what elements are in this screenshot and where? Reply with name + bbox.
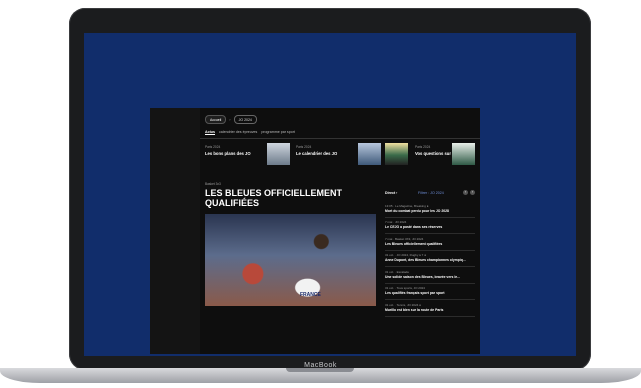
news-item[interactable]: 7 mai · JO 2024 Le CEJO a posté dans ses… <box>385 219 475 234</box>
subnav: Actus calendrier des épreuves programme … <box>205 130 295 135</box>
card-thumbnail <box>452 143 475 165</box>
tab-calendrier[interactable]: calendrier des épreuves <box>219 130 257 135</box>
webpage: Accueil › JO 2024 Actus calendrier des é… <box>150 108 480 354</box>
news-item[interactable]: 31 oct. · Escalade Une solide saison des… <box>385 268 475 284</box>
filter-label[interactable]: Filtrer : JO 2024 <box>418 191 444 195</box>
card-calendrier[interactable]: Paris 2024 Le calendrier des JO <box>296 143 381 167</box>
breadcrumb-separator-icon: › <box>229 117 231 122</box>
breadcrumb: Accueil › JO 2024 <box>205 115 257 124</box>
breadcrumb-pill-jo2024[interactable]: JO 2024 <box>233 115 257 124</box>
news-list: 13:05 · Le Magazine, Breaking ● Mort du … <box>385 202 475 318</box>
news-item[interactable]: 31 oct. · Tous sports, JO 2024 Les quali… <box>385 285 475 300</box>
news-text: Une solide saison des Bleues, bravée ver… <box>385 274 461 279</box>
news-text: Les qualifiés français sport par sport <box>385 291 445 295</box>
article-headline[interactable]: LES BLEUES OFFICIELLEMENT QUALIFIÉES <box>205 188 365 208</box>
breadcrumb-pill-accueil[interactable]: Accueil <box>205 115 227 124</box>
card-thumbnail <box>358 143 381 165</box>
hero-jersey-text: FRANCE <box>300 292 321 298</box>
news-text: Anne Dupont, des Bleues championnes olym… <box>385 258 466 262</box>
news-item[interactable]: 31 oct. · Tennis, JO 2024 ● Murillo est … <box>385 301 475 317</box>
hero-image[interactable]: FRANCE <box>205 214 376 306</box>
news-item[interactable]: 13:05 · Le Magazine, Breaking ● Mort du … <box>385 202 475 218</box>
laptop-brand-label: MacBook <box>304 362 337 369</box>
featured-cards: Paris 2024 Les bons plans des JO Paris 2… <box>205 143 475 167</box>
next-arrow-icon[interactable]: › <box>470 190 475 195</box>
news-item[interactable]: 7 mai · Basket 3X3, JO 2024 Les Bleues o… <box>385 235 475 251</box>
card-questions[interactable]: Paris 2024 Vos questions sur les JO <box>385 143 475 167</box>
divider <box>200 138 480 139</box>
page-content: Accueil › JO 2024 Actus calendrier des é… <box>200 108 480 354</box>
card-tag: Paris 2024 <box>415 145 431 149</box>
news-text: Murillo est bien sur la route de Paris <box>385 307 444 312</box>
prev-arrow-icon[interactable]: ‹ <box>463 190 468 195</box>
news-text: Les Bleues officiellement qualifiées <box>385 241 443 246</box>
card-title: Le calendrier des JO <box>296 151 338 156</box>
live-label[interactable]: Direct › <box>385 191 397 195</box>
news-text: Mort du combat perdu pour les JO 2028 <box>385 208 449 213</box>
card-thumbnail <box>385 143 408 165</box>
article-kicker: Basket 3x3 <box>205 182 221 186</box>
laptop-base <box>0 368 641 383</box>
tab-actus[interactable]: Actus <box>205 130 215 135</box>
card-title: Les bons plans des JO <box>205 151 251 156</box>
news-feed-header: Direct › Filtrer : JO 2024 ‹ › <box>385 188 475 196</box>
card-thumbnail <box>267 143 290 165</box>
news-item[interactable]: 31 oct. · JO 2024, Rugby à 7 ● Anne Dupo… <box>385 252 475 267</box>
news-text: Le CEJO a posté dans ses réserves <box>385 225 443 229</box>
card-tag: Paris 2024 <box>296 145 312 149</box>
laptop-screen: Accueil › JO 2024 Actus calendrier des é… <box>84 33 576 356</box>
tab-programme[interactable]: programme par sport <box>261 130 295 135</box>
left-sidebar <box>150 108 200 354</box>
card-tag: Paris 2024 <box>205 145 221 149</box>
card-bons-plans[interactable]: Paris 2024 Les bons plans des JO <box>205 143 290 167</box>
